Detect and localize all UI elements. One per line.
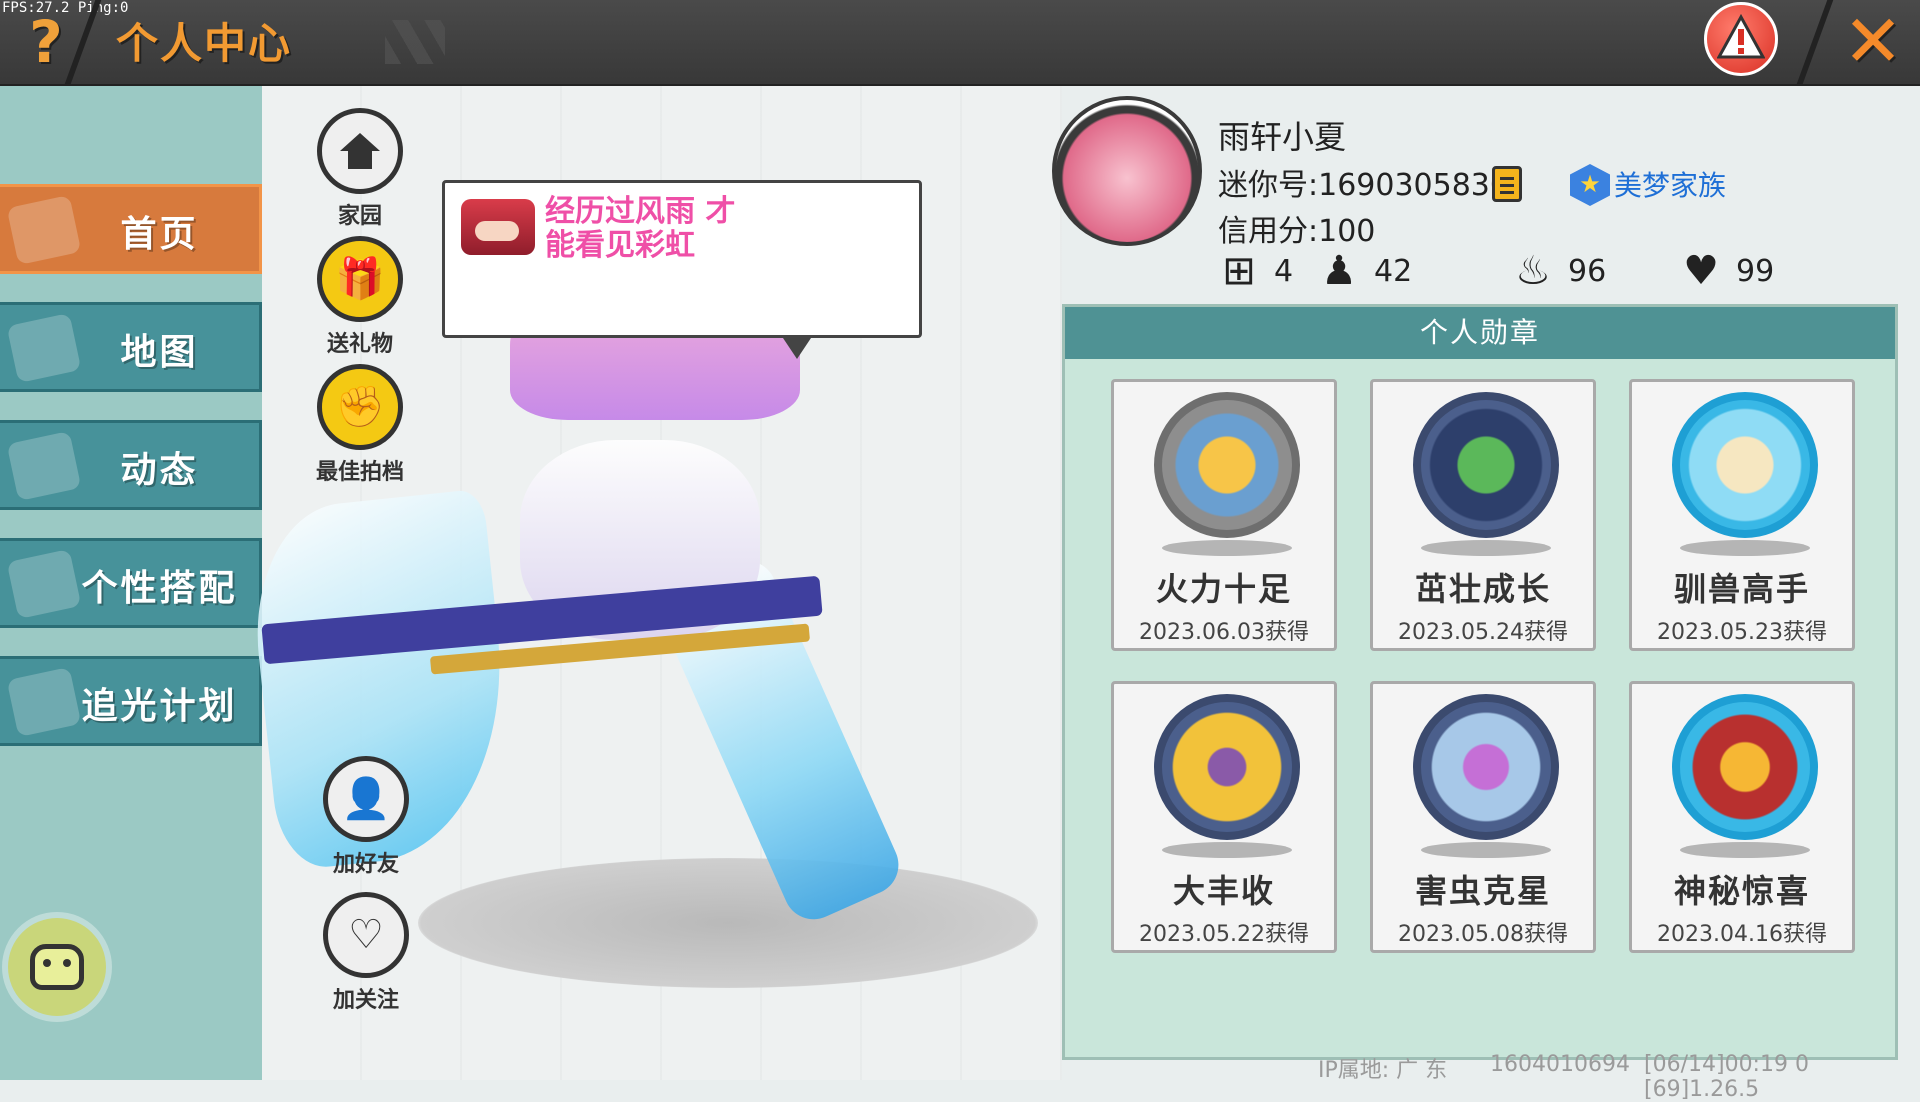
medal-shadow — [1680, 842, 1810, 858]
emoji-sticker — [461, 199, 535, 255]
credit-score: 信用分:100 — [1218, 214, 1376, 249]
add-friend-button[interactable]: 👤 加好友 — [316, 756, 416, 878]
nav-item-light-plan[interactable]: 追光计划 — [0, 656, 262, 746]
medal-shadow — [1162, 842, 1292, 858]
home-button[interactable]: 家园 — [310, 108, 410, 230]
stat-value: 4 — [1274, 254, 1294, 289]
medal-panel-title: 个人勋章 — [1065, 307, 1895, 359]
top-bar: FPS:27.2 Ping:0 ? 个人中心 ✕ — [0, 0, 1920, 86]
harvest-medal-icon — [1154, 694, 1300, 840]
ip-location: IP属地: 广 东 — [1318, 1058, 1448, 1083]
treasure-chest-medal-icon — [1154, 392, 1300, 538]
chat-face-icon — [30, 944, 84, 990]
medal-card[interactable]: 火力十足 2023.06.03获得 — [1111, 379, 1337, 651]
medal-shadow — [1421, 842, 1551, 858]
medal-name: 大丰收 — [1172, 872, 1275, 910]
medal-card[interactable]: 神秘惊喜 2023.04.16获得 — [1629, 681, 1855, 953]
plus-badge-icon: ⊞ — [1222, 248, 1256, 294]
nav-item-home[interactable]: 首页 — [0, 184, 262, 274]
heart-outline-icon: ♡ — [323, 892, 409, 978]
nav-item-outfit[interactable]: 个性搭配 — [0, 538, 262, 628]
nav-item-map[interactable]: 地图 — [0, 302, 262, 392]
best-partner-label: 最佳拍档 — [315, 460, 404, 485]
left-nav: 首页 地图 动态 个性搭配 追光计划 — [0, 86, 262, 1080]
page-title: 个人中心 — [116, 19, 293, 68]
decorative-stripes — [385, 20, 445, 64]
nav-label: 地图 — [120, 332, 199, 373]
medal-shadow — [1680, 540, 1810, 556]
medal-name: 神秘惊喜 — [1673, 872, 1810, 910]
divider — [1796, 0, 1834, 84]
medal-date: 2023.05.23获得 — [1657, 620, 1827, 645]
medal-date: 2023.06.03获得 — [1139, 620, 1309, 645]
follow-button[interactable]: ♡ 加关注 — [316, 892, 416, 1014]
stat-value: 99 — [1736, 254, 1775, 289]
close-button[interactable]: ✕ — [1840, 5, 1906, 77]
medal-shadow — [1421, 540, 1551, 556]
follow-label: 加关注 — [332, 988, 399, 1013]
nav-label: 首页 — [120, 214, 199, 255]
profile-header: 雨轩小夏 迷你号:1690305830 美梦家族 信用分:100 ⊞ 4 ♟ 4… — [1052, 96, 1912, 306]
medal-shadow — [1162, 540, 1292, 556]
build-info: [06/14]00:19 0 [69]1.26.5 — [1644, 1052, 1809, 1102]
heart-icon: ♥ — [1683, 248, 1719, 294]
send-gift-button[interactable]: 🎁 送礼物 — [310, 236, 410, 358]
gift-icon: 🎁 — [317, 236, 403, 322]
nav-item-activity[interactable]: 动态 — [0, 420, 262, 510]
signature-text: 经历过风雨 才能看见彩虹 — [545, 194, 736, 263]
medal-card[interactable]: 驯兽高手 2023.05.23获得 — [1629, 379, 1855, 651]
medal-date: 2023.05.22获得 — [1139, 922, 1309, 947]
copy-icon[interactable] — [1492, 166, 1522, 202]
medal-name: 茁壮成长 — [1414, 570, 1551, 608]
family-badge-icon — [1570, 164, 1610, 206]
house-icon — [317, 108, 403, 194]
avatar[interactable] — [1052, 96, 1202, 246]
avatar-shadow — [418, 858, 1038, 988]
nav-label: 追光计划 — [81, 686, 238, 727]
medal-date: 2023.05.08获得 — [1398, 922, 1568, 947]
medal-panel: 个人勋章 火力十足 2023.06.03获得 茁壮成长 2023.05.24获得… — [1062, 304, 1898, 1060]
warning-icon — [1717, 13, 1765, 59]
family-link[interactable]: 美梦家族 — [1614, 164, 1726, 204]
send-gift-label: 送礼物 — [326, 332, 393, 357]
medal-card[interactable]: 茁壮成长 2023.05.24获得 — [1370, 379, 1596, 651]
nav-label: 动态 — [120, 450, 199, 491]
speech-bubble: 经历过风雨 才能看见彩虹 — [442, 180, 922, 359]
beast-tamer-medal-icon — [1672, 392, 1818, 538]
stat-value: 42 — [1374, 254, 1413, 289]
nickname: 雨轩小夏 — [1218, 118, 1347, 156]
cheer-icon: ♟ — [1321, 248, 1357, 294]
mini-id: 迷你号:1690305830 — [1218, 168, 1509, 203]
help-button[interactable]: ? — [18, 12, 74, 72]
flame-icon: ♨ — [1515, 248, 1551, 294]
add-friend-label: 加好友 — [332, 852, 399, 877]
best-partner-button[interactable]: ✊ 最佳拍档 — [310, 364, 410, 486]
handshake-icon: ✊ — [317, 364, 403, 450]
medal-card[interactable]: 害虫克星 2023.05.08获得 — [1370, 681, 1596, 953]
nav-label: 个性搭配 — [81, 568, 238, 609]
medal-card[interactable]: 大丰收 2023.05.22获得 — [1111, 681, 1337, 953]
report-warning-button[interactable] — [1704, 2, 1778, 76]
medal-name: 火力十足 — [1155, 570, 1292, 608]
mystery-gift-medal-icon — [1672, 694, 1818, 840]
frog-king-medal-icon — [1413, 392, 1559, 538]
stat-value: 96 — [1568, 254, 1607, 289]
home-label: 家园 — [337, 204, 382, 229]
pest-buster-medal-icon — [1413, 694, 1559, 840]
medal-date: 2023.05.24获得 — [1398, 620, 1568, 645]
medal-name: 驯兽高手 — [1673, 570, 1810, 608]
add-user-icon: 👤 — [323, 756, 409, 842]
chat-button[interactable] — [8, 918, 106, 1016]
medal-name: 害虫克星 — [1414, 872, 1551, 910]
user-id: 1604010694 — [1490, 1052, 1630, 1077]
medal-date: 2023.04.16获得 — [1657, 922, 1827, 947]
